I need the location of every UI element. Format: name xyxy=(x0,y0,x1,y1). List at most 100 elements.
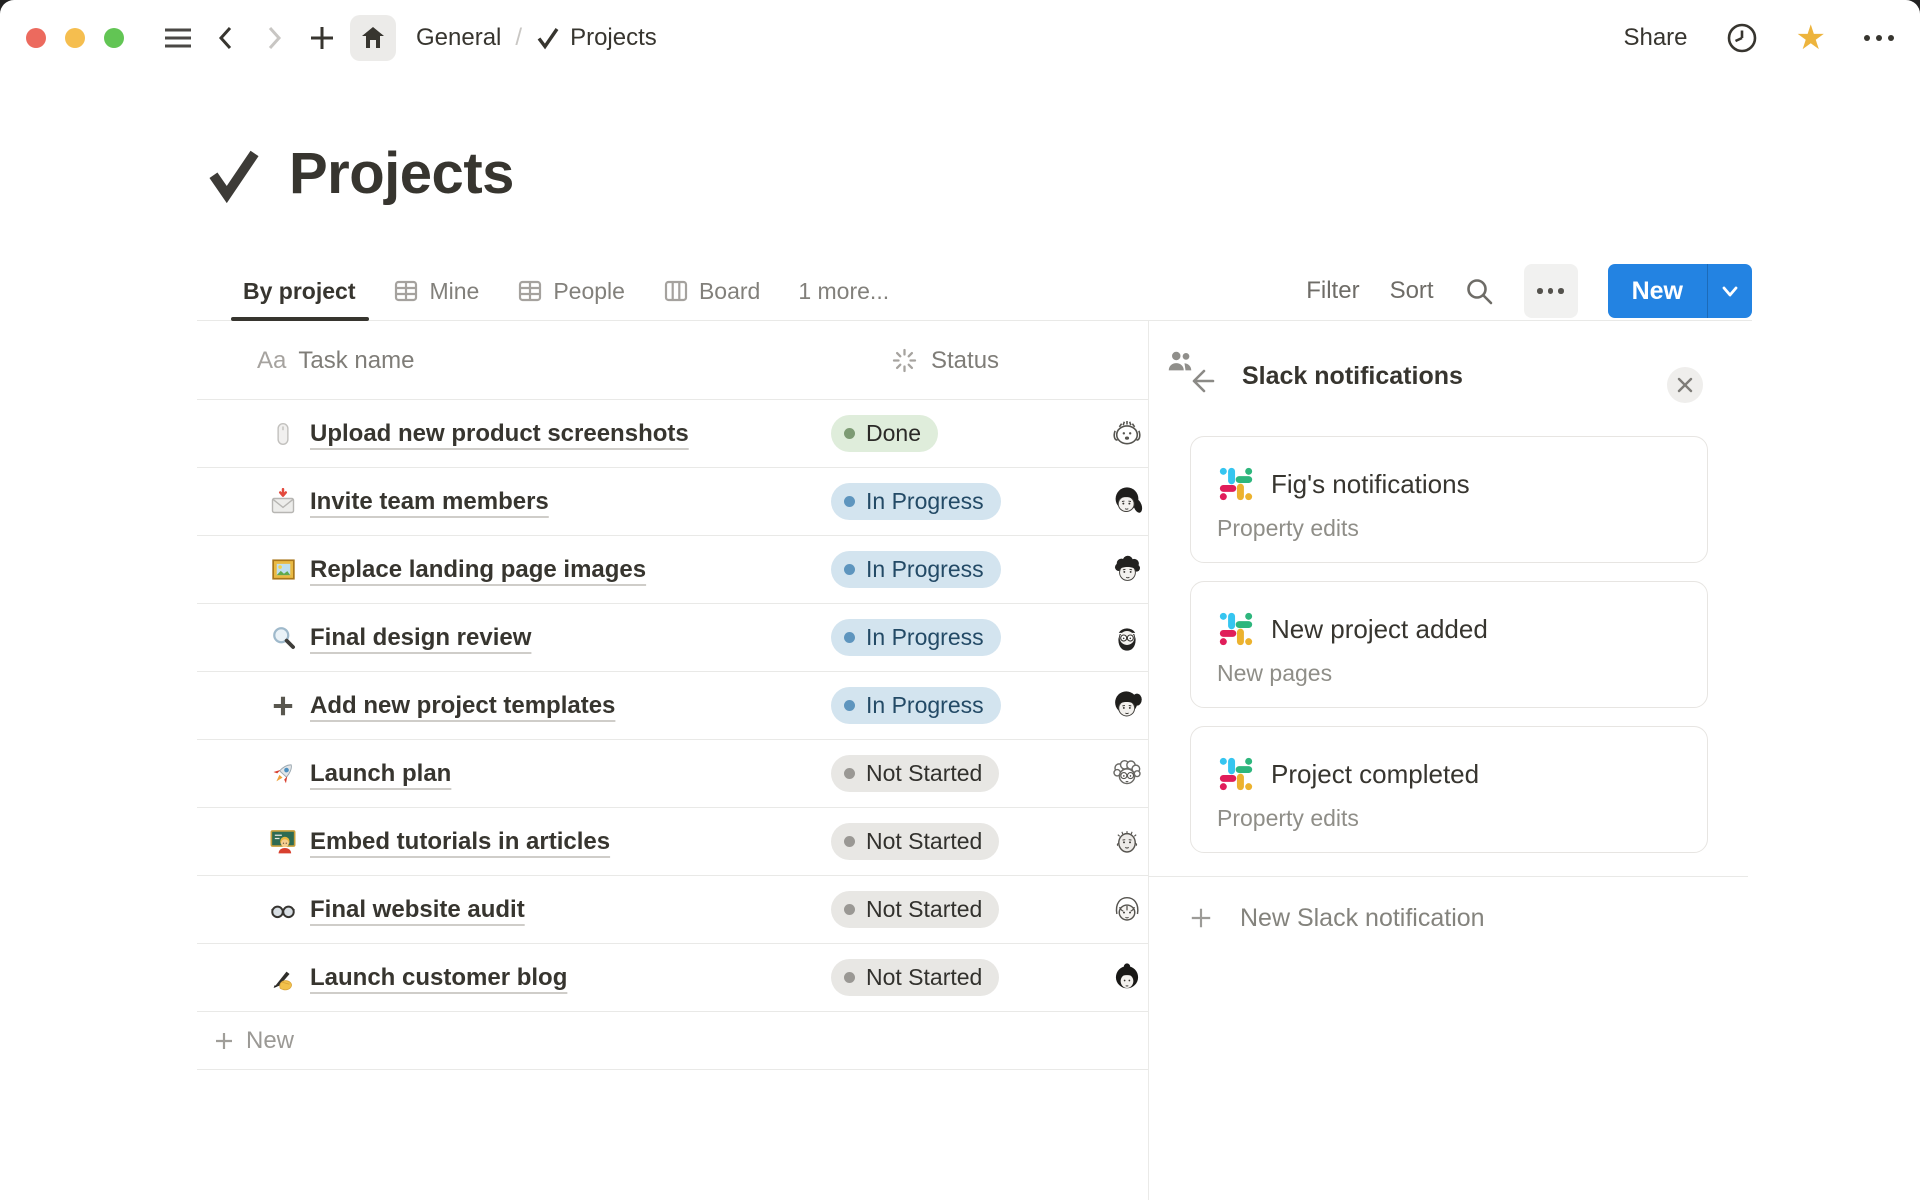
task-cell[interactable]: Launch plan xyxy=(197,760,831,788)
status-badge[interactable]: Not Started xyxy=(831,891,999,928)
task-cell[interactable]: Replace landing page images xyxy=(197,556,831,584)
task-cell[interactable]: Final website audit xyxy=(197,896,831,924)
status-badge[interactable]: In Progress xyxy=(831,483,1001,520)
assignee-cell[interactable] xyxy=(1105,551,1148,589)
tab-people[interactable]: People xyxy=(517,262,625,320)
new-row-button[interactable]: New xyxy=(197,1012,1148,1070)
status-badge[interactable]: In Progress xyxy=(831,619,1001,656)
task-cell[interactable]: Invite team members xyxy=(197,488,831,516)
notification-card[interactable]: New project added New pages xyxy=(1190,581,1708,708)
column-status[interactable]: Status xyxy=(891,347,1165,375)
new-slack-notification-button[interactable]: New Slack notification xyxy=(1188,896,1485,940)
assignee-cell[interactable] xyxy=(1105,687,1148,725)
task-title[interactable]: Invite team members xyxy=(310,488,549,516)
table-icon xyxy=(517,278,543,304)
new-button-label[interactable]: New xyxy=(1608,264,1707,318)
task-cell[interactable]: Upload new product screenshots xyxy=(197,420,831,448)
status-badge[interactable]: In Progress xyxy=(831,687,1001,724)
forward-icon[interactable] xyxy=(254,18,294,58)
table-row[interactable]: Embed tutorials in articles Not Started xyxy=(197,808,1148,876)
task-cell[interactable]: Launch customer blog xyxy=(197,964,831,992)
assignee-cell[interactable] xyxy=(1105,415,1148,453)
tab-by-project[interactable]: By project xyxy=(243,262,355,320)
page-title-text[interactable]: Projects xyxy=(289,140,514,207)
filter-button[interactable]: Filter xyxy=(1306,277,1359,305)
chevron-down-icon[interactable] xyxy=(1708,264,1752,318)
task-title[interactable]: Final website audit xyxy=(310,896,525,924)
status-dot-icon xyxy=(844,632,855,643)
star-icon[interactable]: ★ xyxy=(1796,21,1826,55)
page-title: Projects xyxy=(205,140,514,207)
assignee-cell[interactable] xyxy=(1105,483,1148,521)
status-cell[interactable]: Not Started xyxy=(831,823,1105,860)
status-cell[interactable]: In Progress xyxy=(831,619,1105,656)
table-row[interactable]: Final website audit Not Started xyxy=(197,876,1148,944)
assignee-cell[interactable] xyxy=(1105,823,1148,861)
task-title[interactable]: Final design review xyxy=(310,624,531,652)
status-badge[interactable]: Not Started xyxy=(831,823,999,860)
status-label: Done xyxy=(866,420,921,447)
table-row[interactable]: Invite team members In Progress xyxy=(197,468,1148,536)
status-badge[interactable]: Not Started xyxy=(831,755,999,792)
table-row[interactable]: Add new project templates In Progress xyxy=(197,672,1148,740)
close-window-button[interactable] xyxy=(26,28,46,48)
back-icon[interactable] xyxy=(206,18,246,58)
task-title[interactable]: Add new project templates xyxy=(310,692,615,720)
status-label: Not Started xyxy=(866,828,982,855)
table-row[interactable]: Replace landing page images In Progress xyxy=(197,536,1148,604)
table-row[interactable]: Launch customer blog Not Started xyxy=(197,944,1148,1012)
new-page-icon[interactable] xyxy=(302,18,342,58)
zoom-window-button[interactable] xyxy=(104,28,124,48)
assignee-cell[interactable] xyxy=(1105,755,1148,793)
status-cell[interactable]: Not Started xyxy=(831,959,1105,996)
task-cell[interactable]: Final design review xyxy=(197,624,831,652)
column-task-name[interactable]: Aa Task name xyxy=(197,347,891,375)
tab-mine[interactable]: Mine xyxy=(393,262,479,320)
tab-more-views[interactable]: 1 more... xyxy=(798,262,889,320)
magnifier-icon xyxy=(268,624,298,651)
home-icon[interactable] xyxy=(350,15,396,61)
new-row-label: New xyxy=(246,1027,294,1055)
status-cell[interactable]: In Progress xyxy=(831,551,1105,588)
share-button[interactable]: Share xyxy=(1623,24,1687,52)
task-cell[interactable]: Embed tutorials in articles xyxy=(197,828,831,856)
search-icon[interactable] xyxy=(1464,276,1494,306)
minimize-window-button[interactable] xyxy=(65,28,85,48)
task-title[interactable]: Launch customer blog xyxy=(310,964,567,992)
notification-card[interactable]: Project completed Property edits xyxy=(1190,726,1708,853)
status-badge[interactable]: Done xyxy=(831,415,938,452)
breadcrumb-root[interactable]: General xyxy=(416,24,501,52)
status-cell[interactable]: In Progress xyxy=(831,687,1105,724)
task-title[interactable]: Launch plan xyxy=(310,760,451,788)
table-row[interactable]: Upload new product screenshots Done xyxy=(197,400,1148,468)
assignee-cell[interactable] xyxy=(1105,891,1148,929)
status-badge[interactable]: Not Started xyxy=(831,959,999,996)
task-title[interactable]: Upload new product screenshots xyxy=(310,420,689,448)
more-icon[interactable] xyxy=(1864,35,1894,41)
breadcrumb-page[interactable]: Projects xyxy=(570,24,657,52)
hamburger-icon[interactable] xyxy=(158,18,198,58)
status-cell[interactable]: In Progress xyxy=(831,483,1105,520)
tab-board[interactable]: Board xyxy=(663,262,760,320)
new-button[interactable]: New xyxy=(1608,264,1752,318)
task-cell[interactable]: Add new project templates xyxy=(197,692,831,720)
notification-cards: Fig's notifications Property edits New p… xyxy=(1190,436,1708,871)
status-dot-icon xyxy=(844,700,855,711)
table-row[interactable]: Final design review In Progress xyxy=(197,604,1148,672)
assignee-cell[interactable] xyxy=(1105,959,1148,997)
status-cell[interactable]: Not Started xyxy=(831,891,1105,928)
sort-button[interactable]: Sort xyxy=(1390,277,1434,305)
clock-icon[interactable] xyxy=(1726,22,1758,54)
status-badge[interactable]: In Progress xyxy=(831,551,1001,588)
assignee-cell[interactable] xyxy=(1105,619,1148,657)
task-title[interactable]: Embed tutorials in articles xyxy=(310,828,610,856)
close-icon[interactable] xyxy=(1667,367,1703,403)
status-cell[interactable]: Done xyxy=(831,415,1105,452)
view-options-icon[interactable] xyxy=(1524,264,1578,318)
table-row[interactable]: Launch plan Not Started xyxy=(197,740,1148,808)
avatar xyxy=(1108,483,1146,521)
notification-card[interactable]: Fig's notifications Property edits xyxy=(1190,436,1708,563)
back-arrow-icon[interactable] xyxy=(1186,366,1216,396)
status-cell[interactable]: Not Started xyxy=(831,755,1105,792)
task-title[interactable]: Replace landing page images xyxy=(310,556,646,584)
